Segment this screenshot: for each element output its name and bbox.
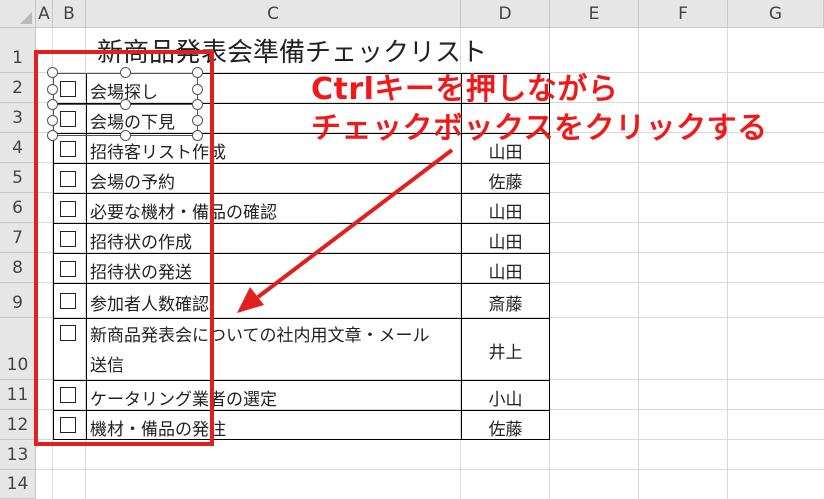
column-header-a[interactable]: A [36, 0, 53, 28]
row-header-6[interactable]: 6 [0, 193, 36, 223]
gridline [36, 469, 824, 470]
person-cell[interactable]: 小山 [461, 385, 550, 410]
row-header-9[interactable]: 9 [0, 283, 36, 318]
column-header-c[interactable]: C [86, 0, 461, 28]
row-header-13[interactable]: 13 [0, 440, 36, 470]
row-header-3[interactable]: 3 [0, 103, 36, 133]
row-header-2[interactable]: 2 [0, 73, 36, 103]
person-cell[interactable]: 山田 [461, 258, 550, 283]
row-header-12[interactable]: 12 [0, 410, 36, 440]
person-cell[interactable]: 山田 [461, 228, 550, 253]
column-header-g[interactable]: G [728, 0, 824, 28]
row-header-8[interactable]: 8 [0, 253, 36, 283]
person-cell[interactable]: 佐藤 [461, 168, 550, 193]
person-cell[interactable]: 山田 [461, 198, 550, 223]
row-header-7[interactable]: 7 [0, 223, 36, 253]
row-header-11[interactable]: 11 [0, 380, 36, 410]
select-all-corner[interactable] [0, 0, 36, 28]
row-header-5[interactable]: 5 [0, 163, 36, 193]
highlight-frame [34, 50, 214, 446]
column-header-e[interactable]: E [550, 0, 639, 28]
row-header-4[interactable]: 4 [0, 133, 36, 163]
person-cell[interactable]: 斎藤 [461, 290, 550, 315]
callout-line-1: Ctrlキーを押しながら [311, 72, 619, 107]
row-header-10[interactable]: 10 [0, 318, 36, 380]
person-cell[interactable]: 佐藤 [461, 415, 550, 440]
callout-line-2: チェックボックスをクリックする [311, 111, 768, 146]
column-header-f[interactable]: F [639, 0, 728, 28]
gridline [638, 28, 639, 499]
column-header-b[interactable]: B [53, 0, 86, 28]
column-header-d[interactable]: D [461, 0, 550, 28]
row-header-14[interactable]: 14 [0, 470, 36, 499]
row-header-1[interactable]: 1 [0, 28, 36, 73]
person-cell[interactable]: 井上 [461, 338, 550, 363]
gridline [727, 28, 728, 499]
